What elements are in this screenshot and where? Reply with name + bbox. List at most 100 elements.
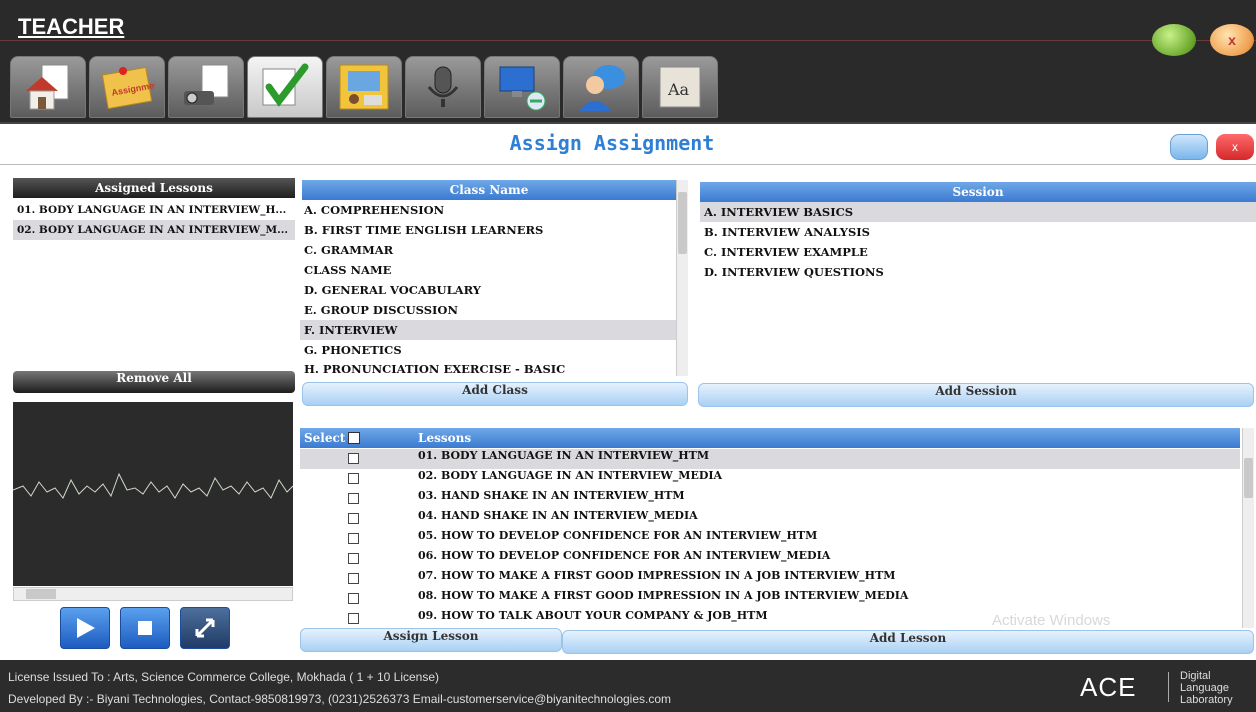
assigned-lessons-list: 01. BODY LANGUAGE IN AN INTERVIEW_H... 0… xyxy=(13,200,295,240)
dictionary-icon: Aa xyxy=(659,66,701,108)
play-icon xyxy=(77,618,95,638)
lesson-checkbox[interactable] xyxy=(348,493,359,504)
add-lesson-button[interactable]: Add Lesson xyxy=(562,630,1254,654)
select-column-header: Select xyxy=(304,431,346,445)
lesson-title: 02. BODY LANGUAGE IN AN INTERVIEW_MEDIA xyxy=(418,469,723,482)
class-item[interactable]: F. INTERVIEW xyxy=(300,320,676,340)
lesson-row[interactable]: 02. BODY LANGUAGE IN AN INTERVIEW_MEDIA xyxy=(300,469,1240,489)
lesson-row[interactable]: 01. BODY LANGUAGE IN AN INTERVIEW_HTM xyxy=(300,449,1240,469)
lesson-title: 05. HOW TO DEVELOP CONFIDENCE FOR AN INT… xyxy=(418,529,818,542)
lesson-checkbox[interactable] xyxy=(348,553,359,564)
lesson-checkbox[interactable] xyxy=(348,453,359,464)
select-all-checkbox[interactable] xyxy=(348,432,360,444)
toolbar-dictionary-button[interactable]: Aa xyxy=(642,56,718,118)
class-item[interactable]: A. COMPREHENSION xyxy=(300,200,676,220)
toolbar-microphone-button[interactable] xyxy=(405,56,481,118)
toolbar-network-button[interactable] xyxy=(484,56,560,118)
lesson-title: 03. HAND SHAKE IN AN INTERVIEW_HTM xyxy=(418,489,685,502)
audio-waveform xyxy=(12,402,294,586)
lessons-column-header: Lessons xyxy=(418,431,472,445)
waveform-scrollbar[interactable] xyxy=(13,587,293,601)
lesson-row[interactable]: 07. HOW TO MAKE A FIRST GOOD IMPRESSION … xyxy=(300,569,1240,589)
stop-button[interactable] xyxy=(120,607,170,649)
stop-icon xyxy=(138,621,152,635)
class-item[interactable]: C. GRAMMAR xyxy=(300,240,676,260)
lesson-checkbox[interactable] xyxy=(348,533,359,544)
lesson-checkbox[interactable] xyxy=(348,473,359,484)
class-list: A. COMPREHENSION B. FIRST TIME ENGLISH L… xyxy=(300,200,676,376)
presentation-icon xyxy=(339,64,389,110)
add-session-button[interactable]: Add Session xyxy=(698,383,1254,407)
license-text: License Issued To : Arts, Science Commer… xyxy=(8,670,439,684)
class-list-scrollbar[interactable] xyxy=(676,180,688,376)
microphone-icon xyxy=(427,66,459,107)
fullscreen-icon xyxy=(195,618,215,638)
toolbar-assign-button[interactable] xyxy=(247,56,323,118)
page-minimize-button[interactable] xyxy=(1170,134,1208,160)
class-scroll-thumb[interactable] xyxy=(678,192,687,254)
lessons-header: Select Lessons xyxy=(300,428,1240,448)
play-button[interactable] xyxy=(60,607,110,649)
session-item[interactable]: D. INTERVIEW QUESTIONS xyxy=(700,262,1256,282)
lesson-checkbox[interactable] xyxy=(348,593,359,604)
lesson-title: 07. HOW TO MAKE A FIRST GOOD IMPRESSION … xyxy=(418,569,896,582)
brand-tagline: Digital Language Laboratory xyxy=(1180,670,1233,706)
home-icon xyxy=(26,64,69,110)
lesson-row[interactable]: 08. HOW TO MAKE A FIRST GOOD IMPRESSION … xyxy=(300,589,1240,609)
activate-windows-watermark: Activate Windows xyxy=(992,612,1111,629)
assigned-lesson-item[interactable]: 01. BODY LANGUAGE IN AN INTERVIEW_H... xyxy=(13,200,295,220)
waveform-scroll-thumb[interactable] xyxy=(26,589,56,599)
toolbar-chat-button[interactable] xyxy=(563,56,639,118)
lesson-checkbox[interactable] xyxy=(348,513,359,524)
session-item[interactable]: B. INTERVIEW ANALYSIS xyxy=(700,222,1256,242)
session-list: A. INTERVIEW BASICS B. INTERVIEW ANALYSI… xyxy=(700,202,1256,282)
lesson-row[interactable]: 04. HAND SHAKE IN AN INTERVIEW_MEDIA xyxy=(300,509,1240,529)
waveform-graph xyxy=(12,472,294,499)
class-item[interactable]: G. PHONETICS xyxy=(300,340,676,360)
brand-tag-line: Laboratory xyxy=(1180,694,1233,706)
toolbar-presentation-button[interactable] xyxy=(326,56,402,118)
toolbar-projector-button[interactable] xyxy=(168,56,244,118)
main-toolbar: Assignment Aa xyxy=(10,56,718,120)
chat-icon xyxy=(579,65,625,111)
class-name-header: Class Name xyxy=(302,180,676,200)
fullscreen-button[interactable] xyxy=(180,607,230,649)
title-bar: TEACHER x Assignment Aa xyxy=(0,0,1256,124)
brand-logo: ACE xyxy=(1080,672,1137,702)
close-app-button[interactable]: x xyxy=(1210,24,1254,56)
lesson-row[interactable]: 03. HAND SHAKE IN AN INTERVIEW_HTM xyxy=(300,489,1240,509)
session-item[interactable]: A. INTERVIEW BASICS xyxy=(700,202,1256,222)
page-close-button[interactable]: x xyxy=(1216,134,1254,160)
dictionary-icon-label: Aa xyxy=(667,80,690,99)
assigned-lesson-item[interactable]: 02. BODY LANGUAGE IN AN INTERVIEW_M... xyxy=(13,220,295,240)
lesson-title: 08. HOW TO MAKE A FIRST GOOD IMPRESSION … xyxy=(418,589,909,602)
developer-text: Developed By :- Biyani Technologies, Con… xyxy=(8,692,672,706)
session-item[interactable]: C. INTERVIEW EXAMPLE xyxy=(700,242,1256,262)
assign-lesson-button[interactable]: Assign Lesson xyxy=(300,628,562,652)
class-item[interactable]: CLASS NAME xyxy=(300,260,676,280)
class-item[interactable]: H. PRONUNCIATION EXERCISE - BASIC xyxy=(300,360,676,376)
lesson-checkbox[interactable] xyxy=(348,613,359,624)
assignment-icon: Assignment xyxy=(101,66,155,110)
class-item[interactable]: E. GROUP DISCUSSION xyxy=(300,300,676,320)
minimize-button[interactable] xyxy=(1152,24,1196,56)
toolbar-assignment-button[interactable]: Assignment xyxy=(89,56,165,118)
brand-divider xyxy=(1168,672,1169,702)
toolbar-home-button[interactable] xyxy=(10,56,86,118)
app-title: TEACHER xyxy=(18,14,125,39)
lesson-row[interactable]: 06. HOW TO DEVELOP CONFIDENCE FOR AN INT… xyxy=(300,549,1240,569)
class-item[interactable]: D. GENERAL VOCABULARY xyxy=(300,280,676,300)
remove-all-button[interactable]: Remove All xyxy=(13,371,295,393)
lesson-title: 06. HOW TO DEVELOP CONFIDENCE FOR AN INT… xyxy=(418,549,831,562)
class-item[interactable]: B. FIRST TIME ENGLISH LEARNERS xyxy=(300,220,676,240)
lesson-row[interactable]: 05. HOW TO DEVELOP CONFIDENCE FOR AN INT… xyxy=(300,529,1240,549)
lessons-scrollbar[interactable] xyxy=(1242,428,1254,628)
add-class-button[interactable]: Add Class xyxy=(302,382,688,406)
lesson-title: 09. HOW TO TALK ABOUT YOUR COMPANY & JOB… xyxy=(418,609,768,622)
header-divider xyxy=(0,164,1256,165)
assigned-lessons-header: Assigned Lessons xyxy=(13,178,295,198)
lesson-checkbox[interactable] xyxy=(348,573,359,584)
lessons-scroll-thumb[interactable] xyxy=(1244,458,1253,498)
projector-icon xyxy=(184,64,229,105)
network-icon xyxy=(499,66,546,111)
